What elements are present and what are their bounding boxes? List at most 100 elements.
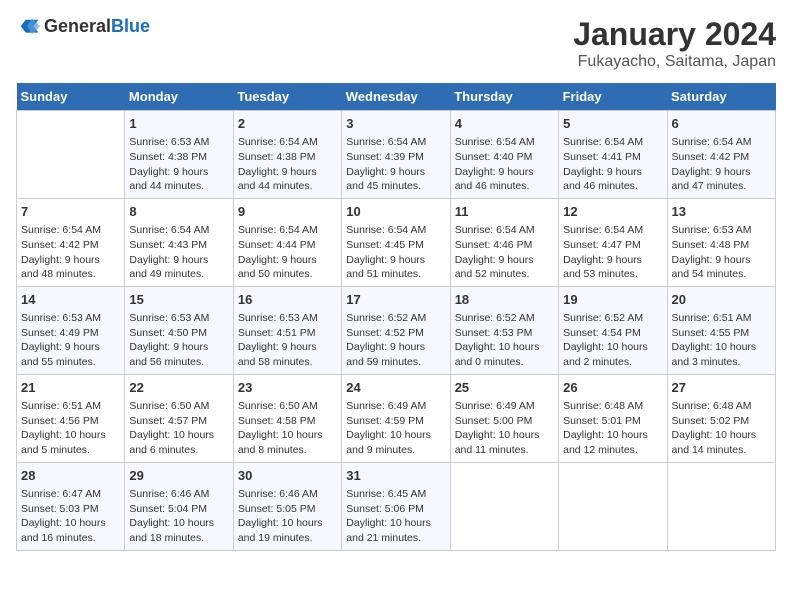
day-info: Sunrise: 6:54 AM — [238, 135, 337, 150]
day-info: Sunset: 4:42 PM — [21, 238, 120, 253]
day-cell: 17Sunrise: 6:52 AMSunset: 4:52 PMDayligh… — [342, 286, 450, 374]
day-number: 1 — [129, 115, 228, 133]
day-info: Daylight: 10 hours — [563, 340, 662, 355]
day-cell: 3Sunrise: 6:54 AMSunset: 4:39 PMDaylight… — [342, 111, 450, 199]
day-info: Daylight: 10 hours — [129, 516, 228, 531]
day-info: Daylight: 9 hours — [455, 165, 554, 180]
day-info: Sunrise: 6:54 AM — [672, 135, 771, 150]
day-number: 17 — [346, 291, 445, 309]
day-number: 3 — [346, 115, 445, 133]
week-row-3: 14Sunrise: 6:53 AMSunset: 4:49 PMDayligh… — [17, 286, 776, 374]
day-info: Sunrise: 6:53 AM — [238, 311, 337, 326]
day-info: and 46 minutes. — [455, 179, 554, 194]
day-info: and 19 minutes. — [238, 531, 337, 546]
day-info: Sunrise: 6:50 AM — [129, 399, 228, 414]
day-info: Sunset: 4:55 PM — [672, 326, 771, 341]
day-info: and 8 minutes. — [238, 443, 337, 458]
day-cell: 16Sunrise: 6:53 AMSunset: 4:51 PMDayligh… — [233, 286, 341, 374]
day-info: Sunset: 4:42 PM — [672, 150, 771, 165]
day-info: Sunrise: 6:52 AM — [346, 311, 445, 326]
day-cell — [450, 462, 558, 550]
day-info: Sunrise: 6:54 AM — [346, 135, 445, 150]
day-info: Sunrise: 6:49 AM — [346, 399, 445, 414]
day-info: Sunset: 4:54 PM — [563, 326, 662, 341]
header-cell-sunday: Sunday — [17, 83, 125, 111]
day-number: 26 — [563, 379, 662, 397]
day-info: and 45 minutes. — [346, 179, 445, 194]
day-info: Sunset: 4:50 PM — [129, 326, 228, 341]
day-info: Daylight: 10 hours — [672, 428, 771, 443]
day-info: and 44 minutes. — [238, 179, 337, 194]
day-info: Sunset: 5:01 PM — [563, 414, 662, 429]
day-info: Sunset: 5:05 PM — [238, 502, 337, 517]
logo-text: GeneralBlue — [44, 16, 150, 37]
header-cell-monday: Monday — [125, 83, 233, 111]
day-info: Sunrise: 6:53 AM — [129, 135, 228, 150]
day-info: Daylight: 9 hours — [563, 253, 662, 268]
day-cell: 25Sunrise: 6:49 AMSunset: 5:00 PMDayligh… — [450, 374, 558, 462]
day-info: and 14 minutes. — [672, 443, 771, 458]
day-info: Sunrise: 6:48 AM — [563, 399, 662, 414]
day-info: Sunrise: 6:51 AM — [21, 399, 120, 414]
day-cell: 4Sunrise: 6:54 AMSunset: 4:40 PMDaylight… — [450, 111, 558, 199]
logo-icon — [16, 18, 40, 36]
day-number: 14 — [21, 291, 120, 309]
day-number: 11 — [455, 203, 554, 221]
week-row-1: 1Sunrise: 6:53 AMSunset: 4:38 PMDaylight… — [17, 111, 776, 199]
day-info: Sunset: 4:38 PM — [238, 150, 337, 165]
day-cell — [17, 111, 125, 199]
day-info: Daylight: 9 hours — [346, 165, 445, 180]
day-number: 4 — [455, 115, 554, 133]
day-info: Sunset: 5:04 PM — [129, 502, 228, 517]
day-info: Daylight: 9 hours — [238, 165, 337, 180]
day-info: Sunrise: 6:54 AM — [21, 223, 120, 238]
day-info: Daylight: 9 hours — [21, 340, 120, 355]
week-row-5: 28Sunrise: 6:47 AMSunset: 5:03 PMDayligh… — [17, 462, 776, 550]
day-cell: 6Sunrise: 6:54 AMSunset: 4:42 PMDaylight… — [667, 111, 775, 199]
day-info: Sunrise: 6:54 AM — [563, 223, 662, 238]
day-info: Sunset: 4:58 PM — [238, 414, 337, 429]
day-cell: 14Sunrise: 6:53 AMSunset: 4:49 PMDayligh… — [17, 286, 125, 374]
day-info: Sunrise: 6:54 AM — [346, 223, 445, 238]
day-info: Sunset: 5:02 PM — [672, 414, 771, 429]
day-number: 18 — [455, 291, 554, 309]
day-info: Sunset: 4:49 PM — [21, 326, 120, 341]
calendar-body: 1Sunrise: 6:53 AMSunset: 4:38 PMDaylight… — [17, 111, 776, 551]
day-info: Sunset: 4:59 PM — [346, 414, 445, 429]
day-cell: 28Sunrise: 6:47 AMSunset: 5:03 PMDayligh… — [17, 462, 125, 550]
day-info: and 47 minutes. — [672, 179, 771, 194]
day-info: and 16 minutes. — [21, 531, 120, 546]
day-info: Sunset: 4:41 PM — [563, 150, 662, 165]
day-info: Daylight: 10 hours — [455, 428, 554, 443]
day-info: Sunrise: 6:49 AM — [455, 399, 554, 414]
day-info: and 3 minutes. — [672, 355, 771, 370]
day-info: Sunset: 4:45 PM — [346, 238, 445, 253]
title-block: January 2024 Fukayacho, Saitama, Japan — [573, 16, 776, 71]
day-cell: 18Sunrise: 6:52 AMSunset: 4:53 PMDayligh… — [450, 286, 558, 374]
day-number: 20 — [672, 291, 771, 309]
day-info: Sunset: 4:38 PM — [129, 150, 228, 165]
day-info: and 2 minutes. — [563, 355, 662, 370]
day-cell: 9Sunrise: 6:54 AMSunset: 4:44 PMDaylight… — [233, 198, 341, 286]
day-number: 30 — [238, 467, 337, 485]
day-info: and 49 minutes. — [129, 267, 228, 282]
day-info: and 51 minutes. — [346, 267, 445, 282]
day-cell: 13Sunrise: 6:53 AMSunset: 4:48 PMDayligh… — [667, 198, 775, 286]
day-info: Sunset: 4:43 PM — [129, 238, 228, 253]
day-info: and 56 minutes. — [129, 355, 228, 370]
day-info: and 6 minutes. — [129, 443, 228, 458]
page-header: GeneralBlue January 2024 Fukayacho, Sait… — [16, 16, 776, 71]
day-info: and 54 minutes. — [672, 267, 771, 282]
day-info: and 55 minutes. — [21, 355, 120, 370]
day-info: Sunrise: 6:46 AM — [129, 487, 228, 502]
day-info: Sunset: 4:48 PM — [672, 238, 771, 253]
day-info: Daylight: 9 hours — [129, 253, 228, 268]
header-cell-thursday: Thursday — [450, 83, 558, 111]
day-info: Daylight: 10 hours — [129, 428, 228, 443]
day-info: Daylight: 9 hours — [21, 253, 120, 268]
day-info: and 59 minutes. — [346, 355, 445, 370]
day-info: Sunrise: 6:45 AM — [346, 487, 445, 502]
day-cell: 27Sunrise: 6:48 AMSunset: 5:02 PMDayligh… — [667, 374, 775, 462]
day-info: Sunset: 4:51 PM — [238, 326, 337, 341]
day-info: Sunrise: 6:50 AM — [238, 399, 337, 414]
